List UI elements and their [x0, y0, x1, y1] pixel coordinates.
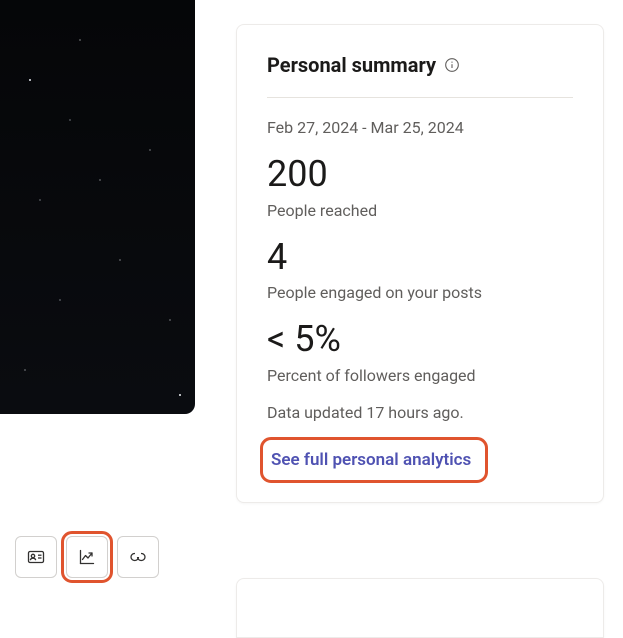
metric-people-reached: 200 People reached: [267, 155, 573, 220]
metric-value: < 5%: [267, 320, 573, 360]
card-title: Personal summary: [267, 53, 436, 77]
next-card-peek: [236, 578, 604, 638]
analytics-link-highlight: See full personal analytics: [267, 444, 481, 476]
cover-photo: [0, 0, 195, 414]
info-icon[interactable]: [444, 57, 460, 73]
contact-card-button[interactable]: [15, 536, 57, 578]
metric-label: People engaged on your posts: [267, 283, 573, 302]
profile-toolbar: [15, 536, 159, 578]
link-icon: [128, 547, 148, 567]
metric-value: 200: [267, 155, 573, 195]
contact-card-icon: [26, 547, 46, 567]
metric-people-engaged: 4 People engaged on your posts: [267, 238, 573, 303]
see-full-analytics-link[interactable]: See full personal analytics: [271, 450, 471, 470]
metric-percent-engaged: < 5% Percent of followers engaged: [267, 320, 573, 385]
metric-value: 4: [267, 238, 573, 278]
metric-label: People reached: [267, 201, 573, 220]
date-range: Feb 27, 2024 - Mar 25, 2024: [267, 118, 573, 137]
data-updated-text: Data updated 17 hours ago.: [267, 403, 573, 422]
personal-summary-card: Personal summary Feb 27, 2024 - Mar 25, …: [236, 24, 604, 503]
analytics-chart-icon: [77, 547, 97, 567]
analytics-button[interactable]: [66, 536, 108, 578]
metric-label: Percent of followers engaged: [267, 366, 573, 385]
link-button[interactable]: [117, 536, 159, 578]
